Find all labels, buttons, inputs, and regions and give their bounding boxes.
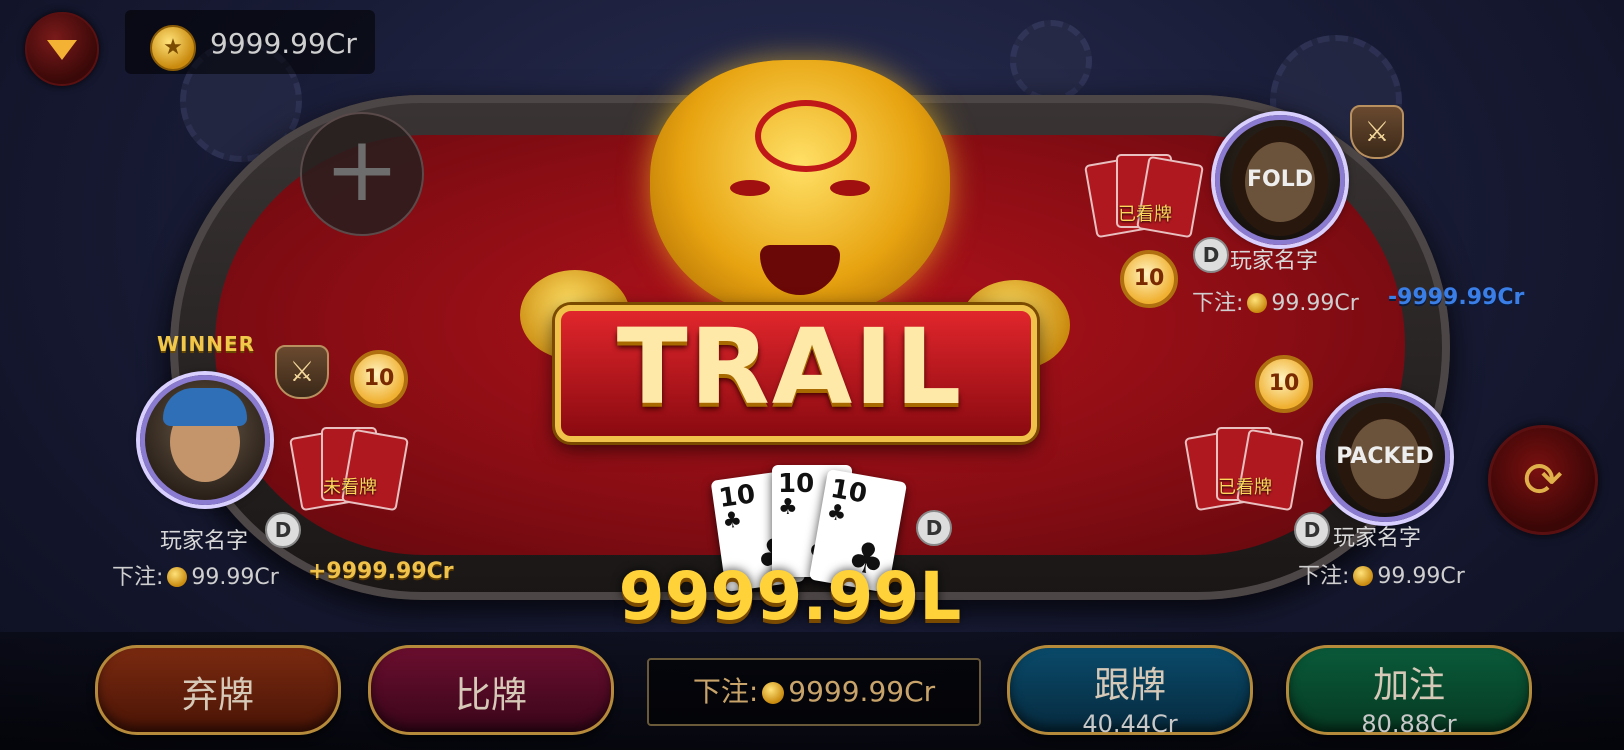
- plus-icon: +: [324, 117, 400, 222]
- crossed-swords-icon: ⚔: [1350, 105, 1404, 159]
- dealer-badge: D: [1294, 512, 1330, 548]
- bet-amount-field[interactable]: 下注: 9999.99Cr: [647, 658, 981, 726]
- pot-amount: 9999.99L: [618, 558, 962, 635]
- player-cards-left[interactable]: 未看牌: [289, 425, 409, 512]
- triangle-down-icon: [47, 40, 77, 60]
- player-avatar-left[interactable]: [140, 375, 270, 505]
- player-cards-right-top[interactable]: 已看牌: [1084, 152, 1204, 239]
- player-change: -9999.99Cr: [1388, 285, 1525, 310]
- tiger-mouth: [760, 245, 840, 295]
- player-bet: 下注: 99.99Cr: [1192, 291, 1359, 316]
- coin-icon: ★: [150, 25, 196, 71]
- tiger-eye: [730, 180, 770, 196]
- cards-status-label: 已看牌: [1218, 477, 1272, 498]
- coin-icon: [1247, 293, 1268, 313]
- player-name: 玩家名字: [1230, 249, 1319, 274]
- table-swap-icon: ⟳: [1522, 452, 1564, 508]
- compare-button[interactable]: 比牌: [368, 645, 614, 735]
- hand-name: TRAIL: [616, 306, 964, 428]
- player-avatar-right-top[interactable]: FOLD: [1215, 115, 1345, 245]
- switch-table-button[interactable]: ⟳: [1488, 425, 1598, 535]
- alarm-clock-icon: 10: [350, 350, 408, 408]
- coin-icon: [167, 567, 188, 587]
- coin-icon: [1353, 566, 1374, 586]
- dealer-badge: D: [265, 512, 301, 548]
- cards-status-label: 已看牌: [1118, 204, 1172, 225]
- tiger-eye: [830, 180, 870, 196]
- tiger-emblem: [650, 60, 950, 320]
- player-name: 玩家名字: [1333, 526, 1422, 551]
- player-change: +9999.99Cr: [308, 559, 454, 584]
- player-bet: 下注: 99.99Cr: [1298, 564, 1465, 589]
- cards-status-label: 未看牌: [323, 477, 377, 498]
- balance-value: 9999.99Cr: [210, 27, 357, 60]
- player-cards-right-bottom[interactable]: 已看牌: [1184, 425, 1304, 512]
- alarm-clock-icon: 10: [1255, 355, 1313, 413]
- player-bet: 下注: 99.99Cr: [112, 565, 279, 590]
- dealer-badge: D: [916, 510, 952, 546]
- fold-button[interactable]: 弃牌: [95, 645, 341, 735]
- bg-chip: [1010, 20, 1092, 102]
- avatar-turban: [163, 388, 247, 426]
- dealer-badge: D: [1193, 237, 1229, 273]
- coin-icon: [762, 682, 785, 704]
- player-avatar-right-bottom[interactable]: PACKED: [1320, 392, 1450, 522]
- winner-tag: WINNER: [157, 332, 256, 356]
- tiger-stripe: [755, 100, 857, 172]
- crossed-swords-icon: ⚔: [275, 345, 329, 399]
- player-name: 玩家名字: [160, 529, 249, 554]
- raise-button[interactable]: 加注 80.88Cr: [1286, 645, 1532, 738]
- menu-button[interactable]: [25, 12, 99, 86]
- player-status: PACKED: [1325, 397, 1445, 517]
- add-player-button[interactable]: +: [300, 112, 424, 236]
- call-button[interactable]: 跟牌 40.44Cr: [1007, 645, 1253, 738]
- alarm-clock-icon: 10: [1120, 250, 1178, 308]
- player-status: FOLD: [1220, 120, 1340, 240]
